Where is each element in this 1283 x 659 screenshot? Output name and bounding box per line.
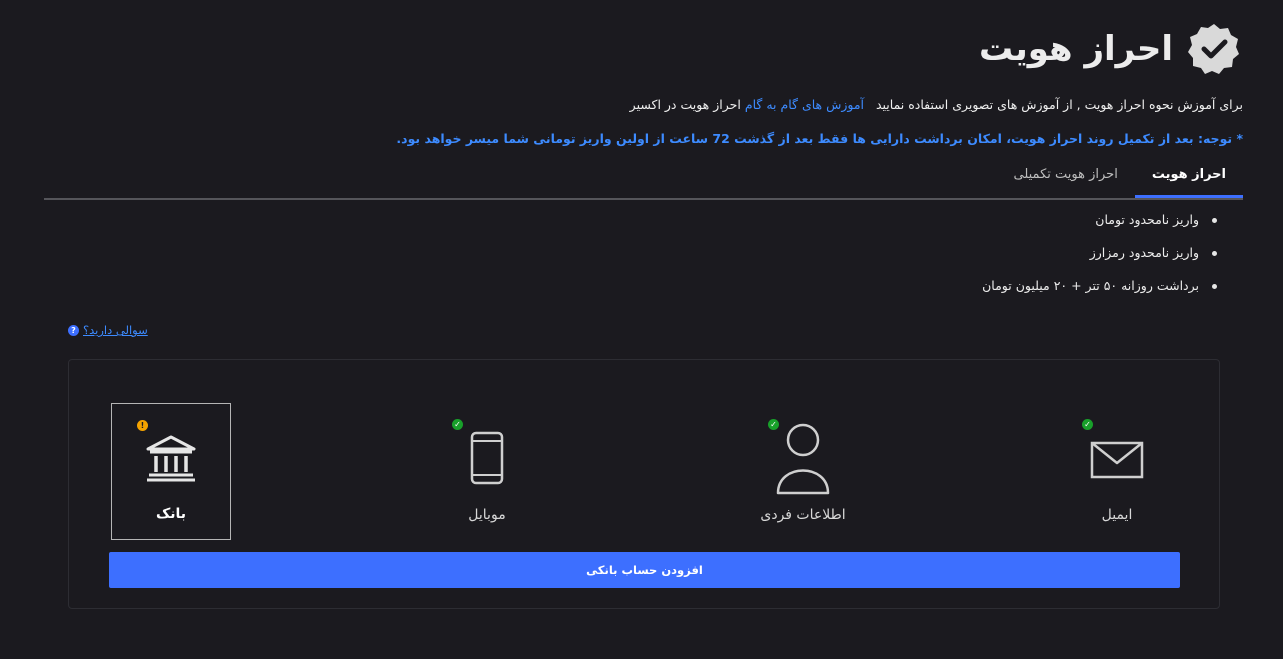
verified-check-icon: ✓: [452, 419, 463, 430]
step-mobile[interactable]: ✓ موبایل: [427, 403, 547, 540]
mobile-icon: [470, 431, 504, 485]
step-label: اطلاعات فردی: [760, 507, 846, 523]
envelope-icon: [1090, 441, 1144, 479]
withdrawal-notice: * توجه: بعد از تکمیل روند احراز هویت، ام…: [396, 131, 1243, 146]
tutorial-link[interactable]: آموزش های گام به گام: [745, 97, 864, 112]
list-item: واریز نامحدود رمزارز: [982, 243, 1219, 276]
verification-steps-card: ✓ ایمیل ✓ اطلاعات فردی ✓ موبایل ! بانک ا…: [68, 359, 1220, 609]
intro-text: برای آموزش نحوه احراز هویت , از آموزش ها…: [630, 97, 1243, 112]
user-icon: [776, 423, 830, 495]
identity-verification-page: احراز هویت برای آموزش نحوه احراز هویت , …: [0, 0, 1283, 659]
list-item: برداشت روزانه ۵۰ تتر + ۲۰ میلیون تومان: [982, 276, 1219, 309]
page-title: احراز هویت: [978, 29, 1173, 69]
page-header: احراز هویت: [979, 22, 1241, 76]
intro-text-before: برای آموزش نحوه احراز هویت , از آموزش ها…: [875, 97, 1243, 112]
question-icon: ?: [68, 324, 79, 336]
step-bank[interactable]: ! بانک: [111, 403, 231, 540]
tab-advanced-verification[interactable]: احراز هویت تکمیلی: [997, 158, 1135, 198]
bank-icon: [146, 435, 196, 482]
step-label: موبایل: [468, 507, 506, 523]
tab-identity-verification[interactable]: احراز هویت: [1134, 158, 1243, 198]
list-item: واریز نامحدود تومان: [982, 210, 1219, 243]
intro-text-after: احراز هویت در اکسیر: [629, 97, 741, 112]
step-label: بانک: [155, 506, 187, 522]
help-link[interactable]: ? سوالی دارید؟: [68, 323, 148, 337]
verification-tabs: احراز هویت احراز هویت تکمیلی: [44, 158, 1243, 200]
step-personal-info[interactable]: ✓ اطلاعات فردی: [743, 403, 863, 540]
step-email[interactable]: ✓ ایمیل: [1057, 403, 1177, 540]
help-link-text[interactable]: سوالی دارید؟: [83, 323, 148, 337]
verified-badge-icon: [1188, 24, 1239, 74]
step-label: ایمیل: [1101, 507, 1133, 523]
verification-benefits-list: واریز نامحدود تومان واریز نامحدود رمزارز…: [982, 210, 1219, 309]
add-bank-account-button[interactable]: افزودن حساب بانکی: [109, 552, 1180, 588]
warning-icon: !: [137, 420, 148, 431]
